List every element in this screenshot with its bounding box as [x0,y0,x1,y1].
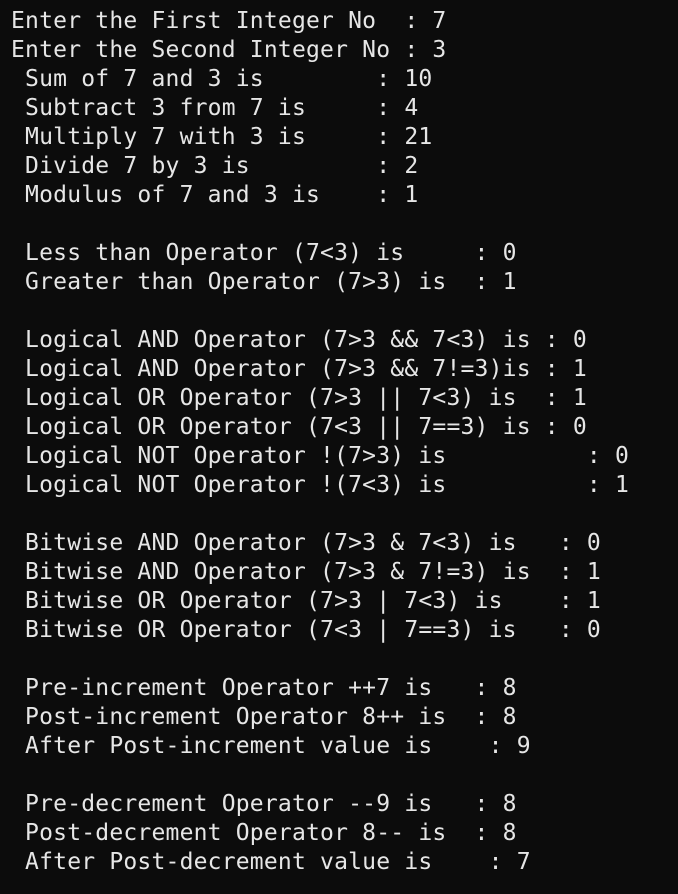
console-line: After Post-increment value is : 9 [11,733,531,759]
console-line: Less than Operator (7<3) is : 0 [11,240,517,266]
console-line: Post-increment Operator 8++ is : 8 [11,704,517,730]
console-line: Logical NOT Operator !(7>3) is : 0 [11,443,630,469]
console-line: Bitwise OR Operator (7<3 | 7==3) is : 0 [11,617,601,643]
console-line: Logical NOT Operator !(7<3) is : 1 [11,472,630,498]
console-line: Divide 7 by 3 is : 2 [11,153,419,179]
console-line: Enter the Second Integer No : 3 [11,37,447,63]
console-line: Post-decrement Operator 8-- is : 8 [11,820,517,846]
console-line: Greater than Operator (7>3) is : 1 [11,269,517,295]
console-line: Subtract 3 from 7 is : 4 [11,95,419,121]
console-line: Enter the First Integer No : 7 [11,8,447,34]
console-line: Pre-decrement Operator --9 is : 8 [11,791,517,817]
console-line: Pre-increment Operator ++7 is : 8 [11,675,517,701]
console-line: Bitwise OR Operator (7>3 | 7<3) is : 1 [11,588,601,614]
console-line: Multiply 7 with 3 is : 21 [11,124,433,150]
console-line: Modulus of 7 and 3 is : 1 [11,182,419,208]
console-line: Logical AND Operator (7>3 && 7<3) is : 0 [11,327,587,353]
console-line: After Post-decrement value is : 7 [11,849,531,875]
console-line: Logical OR Operator (7>3 || 7<3) is : 1 [11,385,587,411]
console-line: Bitwise AND Operator (7>3 & 7!=3) is : 1 [11,559,601,585]
console-line: Logical OR Operator (7<3 || 7==3) is : 0 [11,414,587,440]
console-line: Sum of 7 and 3 is : 10 [11,66,433,92]
console-window[interactable]: Enter the First Integer No : 7 Enter the… [0,0,678,894]
console-line: Logical AND Operator (7>3 && 7!=3)is : 1 [11,356,587,382]
console-line: Bitwise AND Operator (7>3 & 7<3) is : 0 [11,530,601,556]
